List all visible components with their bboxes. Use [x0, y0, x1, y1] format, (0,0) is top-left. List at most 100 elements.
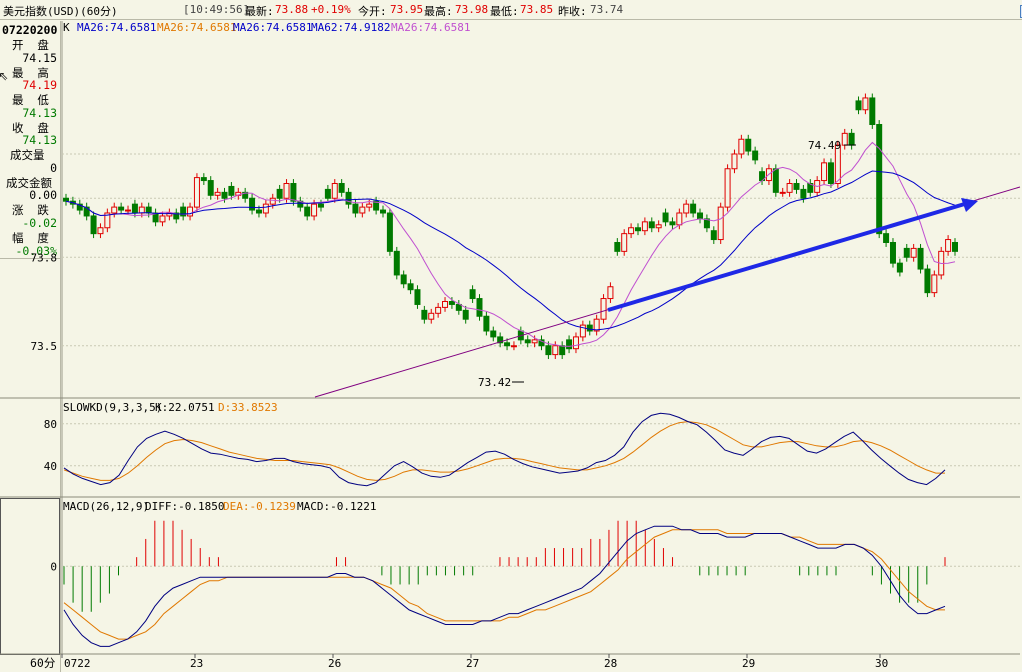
- candle-body: [855, 100, 862, 111]
- x-axis-label: 26: [328, 657, 341, 670]
- candle-body: [462, 309, 469, 320]
- candle-body: [600, 298, 607, 320]
- price-panel-title: K: [63, 21, 70, 34]
- macd-tick-label: 0: [50, 560, 57, 573]
- candle-body: [131, 203, 138, 214]
- candle-body: [614, 242, 621, 252]
- candle-body: [366, 203, 373, 208]
- candle-body: [634, 227, 641, 232]
- candle-body: [745, 138, 752, 152]
- candle-body: [345, 191, 352, 205]
- x-axis-label: 30: [875, 657, 888, 670]
- candle-body: [566, 339, 573, 350]
- candle-body: [683, 203, 690, 214]
- kd-k-legend: K:22.0751: [155, 401, 215, 414]
- candle-body: [448, 301, 455, 305]
- x-axis-label: 28: [604, 657, 617, 670]
- macd-diff-legend: DIFF:-0.1850: [145, 500, 224, 513]
- candle-body: [83, 206, 90, 217]
- candle-body: [896, 262, 903, 273]
- low-annotation-label: 73.42: [478, 376, 511, 389]
- candle-body: [311, 203, 318, 217]
- candle-body: [145, 206, 152, 214]
- x-axis-label: 27: [466, 657, 479, 670]
- candle-body: [641, 221, 648, 232]
- candle-body: [400, 274, 407, 285]
- candle-body: [710, 230, 717, 241]
- x-axis-label: 23: [190, 657, 203, 670]
- candle-body: [917, 247, 924, 270]
- candle-body: [187, 206, 194, 217]
- ma-legend-entry: MA26:74.6581: [233, 21, 312, 34]
- candle-body: [490, 330, 497, 338]
- candle-body: [317, 203, 324, 208]
- candle-body: [952, 242, 958, 252]
- candle-body: [428, 312, 435, 320]
- candle-body: [628, 227, 635, 235]
- candle-body: [407, 283, 414, 291]
- ma-legend-entry: MA26:74.6581: [157, 21, 236, 34]
- candle-body: [772, 168, 779, 193]
- price-tick-label: 73.8: [31, 251, 58, 264]
- candle-body: [63, 197, 69, 202]
- candle-body: [510, 345, 517, 348]
- candle-body: [200, 177, 207, 182]
- candle-body: [269, 197, 276, 205]
- candle-body: [552, 345, 559, 356]
- candle-body: [159, 215, 166, 223]
- candle-body: [841, 132, 848, 146]
- kd-k-line: [63, 412, 946, 487]
- macd-panel-title: MACD(26,12,9): [63, 500, 149, 513]
- candle-body: [821, 162, 828, 182]
- candle-body: [504, 342, 511, 347]
- candle-body: [910, 247, 917, 258]
- candle-body: [586, 324, 593, 332]
- candle-body: [945, 239, 952, 252]
- candle-body: [421, 309, 428, 320]
- candle-body: [324, 188, 331, 199]
- candle-body: [476, 298, 483, 317]
- candle-body: [283, 183, 290, 199]
- candle-body: [862, 97, 869, 111]
- candle-body: [655, 224, 662, 229]
- chart-canvas[interactable]: 73.573.874.4973.42K MA26:74.6581 MA26:74.6…: [0, 0, 1022, 672]
- high-annotation-label: 74.49: [808, 139, 841, 152]
- kd-d-legend: D:33.8523: [218, 401, 278, 414]
- candle-body: [848, 132, 855, 146]
- candle-body: [221, 191, 228, 199]
- candle-body: [90, 215, 97, 235]
- candle-body: [380, 209, 387, 214]
- ma-legend-entry: MA26:74.6581: [391, 21, 470, 34]
- candle-body: [648, 221, 655, 229]
- candle-body: [531, 339, 538, 344]
- candle-body: [125, 209, 132, 212]
- candle-body: [827, 162, 834, 185]
- candle-body: [889, 242, 896, 264]
- x-axis-label: 29: [742, 657, 755, 670]
- candle-body: [97, 227, 104, 235]
- candle-body: [276, 188, 283, 199]
- candle-body: [359, 206, 366, 214]
- ma-legend-entry: MA62:74.9182: [311, 21, 390, 34]
- candle-body: [607, 286, 614, 300]
- candle-body: [118, 206, 125, 211]
- candle-body: [717, 206, 724, 241]
- ma-legend-entry: MA26:74.6581: [77, 21, 156, 34]
- candle-body: [386, 212, 393, 252]
- candle-body: [304, 206, 311, 217]
- candle-body: [903, 247, 910, 258]
- candle-body: [931, 274, 938, 294]
- macd-value-legend: MACD:-0.1221: [297, 500, 376, 513]
- candle-body: [559, 345, 566, 356]
- candle-body: [752, 150, 759, 161]
- candle-body: [214, 191, 221, 196]
- candle-body: [331, 183, 338, 199]
- candle-body: [800, 188, 807, 199]
- kd-panel-title: SLOWKD(9,3,3,5): [63, 401, 162, 414]
- candle-body: [786, 183, 793, 193]
- candle-body: [483, 315, 490, 332]
- kd-d-line: [63, 421, 945, 481]
- x-axis-label: 0722: [64, 657, 91, 670]
- kd-tick-label: 80: [44, 418, 57, 431]
- candle-body: [193, 177, 200, 208]
